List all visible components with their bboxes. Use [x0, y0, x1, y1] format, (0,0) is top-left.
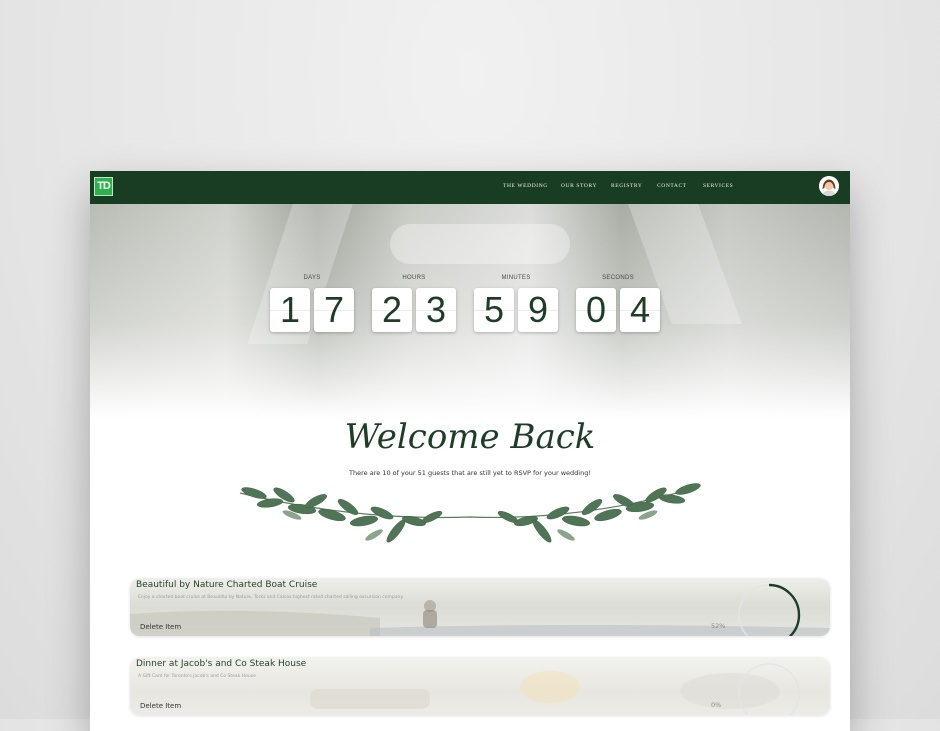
- countdown-digit: 3: [416, 288, 456, 332]
- td-logo[interactable]: TD: [94, 177, 113, 196]
- countdown-digit: 1: [270, 288, 310, 332]
- nav-item-contact[interactable]: CONTACT: [657, 183, 687, 189]
- countdown-label-seconds: SECONDS: [602, 275, 634, 281]
- countdown-label-hours: HOURS: [402, 275, 426, 281]
- progress-ring: [737, 662, 801, 715]
- olive-garland-decoration: [239, 483, 701, 543]
- browser-frame: TD THE WEDDING OUR STORY REGISTRY CONTAC…: [90, 171, 850, 731]
- countdown-digit: 5: [474, 288, 514, 332]
- card-title: Dinner at Jacob's and Co Steak House: [136, 659, 307, 669]
- welcome-heading: Welcome Back: [344, 417, 596, 457]
- countdown-digit: 2: [372, 288, 412, 332]
- hero-countdown: [90, 204, 850, 419]
- top-navbar: TD THE WEDDING OUR STORY REGISTRY CONTAC…: [90, 171, 850, 204]
- countdown-label-days: DAYS: [303, 275, 321, 281]
- countdown-digit: 0: [576, 288, 616, 332]
- countdown-label-minutes: MINUTES: [501, 275, 531, 281]
- progress-percent: 52%: [711, 622, 726, 630]
- nav-item-our-story[interactable]: OUR STORY: [561, 183, 597, 189]
- rsvp-notice: There are 10 of your 51 guests that are …: [349, 469, 591, 477]
- nav-item-services[interactable]: SERVICES: [703, 183, 733, 189]
- progress-ring: [737, 583, 801, 636]
- countdown-digit: 9: [518, 288, 558, 332]
- delete-item-button[interactable]: Delete Item: [140, 702, 181, 710]
- registry-card: Beautiful by Nature Charted Boat Cruise …: [130, 578, 830, 636]
- progress-percent: 0%: [711, 701, 722, 709]
- user-avatar-icon[interactable]: [819, 176, 839, 196]
- nav-item-the-wedding[interactable]: THE WEDDING: [503, 183, 548, 189]
- hero-photo-detail: [390, 224, 570, 264]
- delete-item-button[interactable]: Delete Item: [140, 623, 181, 631]
- registry-card: Dinner at Jacob's and Co Steak House A G…: [130, 657, 830, 715]
- card-description: A Gift Card for Toronto's Jacob's and Co…: [138, 674, 256, 679]
- countdown-digit: 4: [620, 288, 660, 332]
- card-description: Enjoy a charted boat cruise at Beautiful…: [138, 595, 404, 600]
- nav-item-registry[interactable]: REGISTRY: [611, 183, 642, 189]
- card-title: Beautiful by Nature Charted Boat Cruise: [136, 580, 318, 590]
- countdown-digit: 7: [314, 288, 354, 332]
